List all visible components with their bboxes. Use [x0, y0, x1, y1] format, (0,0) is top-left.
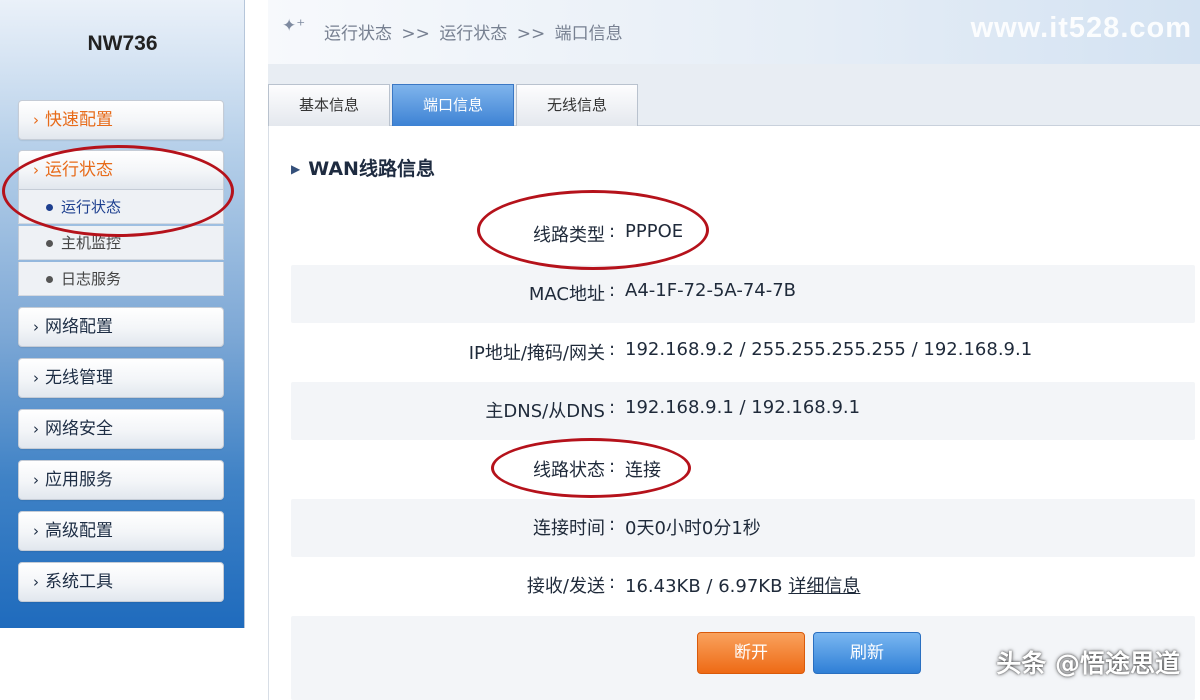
- chevron-right-icon: ›: [33, 318, 39, 336]
- chevron-right-icon: ›: [33, 522, 39, 540]
- field-colon: :: [609, 514, 616, 535]
- tab-bar: 基本信息 端口信息 无线信息: [268, 64, 1200, 126]
- tab-port-info[interactable]: 端口信息: [392, 84, 514, 126]
- field-row-line-status: 线路状态 : 连接: [291, 441, 1195, 499]
- field-label: 连接时间: [533, 518, 605, 539]
- menu-network-config[interactable]: › 网络配置: [18, 307, 224, 347]
- menu-quick-config[interactable]: › 快速配置: [18, 100, 224, 140]
- field-label: 主DNS/从DNS: [485, 401, 605, 422]
- field-colon: :: [609, 397, 616, 418]
- breadcrumb-item[interactable]: 运行状态: [324, 24, 392, 44]
- bullet-icon: [46, 204, 53, 211]
- field-label: IP地址/掩码/网关: [468, 343, 605, 364]
- menu-network-security[interactable]: › 网络安全: [18, 409, 224, 449]
- field-value: 0天0小时0分1秒: [625, 518, 761, 539]
- site-watermark: www.it528.com: [970, 12, 1192, 44]
- disconnect-button[interactable]: 断开: [697, 632, 805, 674]
- menu-advanced-config[interactable]: › 高级配置: [18, 511, 224, 551]
- menu-system-tools[interactable]: › 系统工具: [18, 562, 224, 602]
- header: ✦⁺ 运行状态 >> 运行状态 >> 端口信息 www.it528.com: [268, 0, 1200, 64]
- field-colon: :: [609, 339, 616, 360]
- author-watermark: 头条 @悟途思道: [996, 649, 1180, 678]
- menu-label: 运行状态: [45, 160, 113, 180]
- menu-label: 快速配置: [45, 110, 113, 130]
- field-label: MAC地址: [528, 284, 605, 305]
- submenu-label: 主机监控: [61, 234, 122, 252]
- field-row-mac: MAC地址 : A4-1F-72-5A-74-7B: [291, 265, 1195, 323]
- field-value: A4-1F-72-5A-74-7B: [625, 280, 797, 301]
- chevron-right-icon: ›: [33, 573, 39, 591]
- menu-run-status[interactable]: › 运行状态: [18, 150, 224, 190]
- triangle-right-icon: ▶: [291, 162, 301, 176]
- chevron-right-icon: ›: [33, 420, 39, 438]
- field-value: 192.168.9.1 / 192.168.9.1: [625, 397, 861, 418]
- field-colon: :: [609, 456, 616, 477]
- details-link[interactable]: 详细信息: [788, 576, 860, 597]
- menu-label: 网络安全: [45, 419, 113, 439]
- bullet-icon: [46, 240, 53, 247]
- tab-basic-info[interactable]: 基本信息: [268, 84, 390, 126]
- field-row-traffic: 接收/发送 : 16.43KB / 6.97KB 详细信息: [291, 557, 1195, 615]
- submenu-label: 运行状态: [61, 198, 122, 216]
- field-label: 接收/发送: [526, 576, 605, 597]
- field-colon: :: [609, 280, 616, 301]
- menu-label: 应用服务: [45, 470, 113, 490]
- menu-label: 无线管理: [45, 368, 113, 388]
- breadcrumb: 运行状态 >> 运行状态 >> 端口信息: [324, 19, 627, 44]
- menu-wireless-manage[interactable]: › 无线管理: [18, 358, 224, 398]
- field-row-connect-time: 连接时间 : 0天0小时0分1秒: [291, 499, 1195, 557]
- tab-wireless-info[interactable]: 无线信息: [516, 84, 638, 126]
- chevron-right-icon: ›: [33, 111, 39, 129]
- submenu-label: 日志服务: [61, 270, 122, 288]
- device-model: NW736: [87, 32, 158, 55]
- menu-app-service[interactable]: › 应用服务: [18, 460, 224, 500]
- field-row-dns: 主DNS/从DNS : 192.168.9.1 / 192.168.9.1: [291, 382, 1195, 440]
- field-value: 192.168.9.2 / 255.255.255.255 / 192.168.…: [625, 339, 1033, 360]
- field-label: 线路状态: [533, 460, 605, 481]
- traffic-value: 16.43KB / 6.97KB: [625, 576, 783, 597]
- main-content: ▶ WAN线路信息 线路类型 : PPPOE MAC地址 : A4-1F-72-5…: [268, 126, 1200, 700]
- field-row-line-type: 线路类型 : PPPOE: [291, 206, 1195, 264]
- breadcrumb-current: 端口信息: [554, 24, 623, 44]
- field-row-ip: IP地址/掩码/网关 : 192.168.9.2 / 255.255.255.2…: [291, 324, 1195, 382]
- sidebar: NW736 › 快速配置 › 运行状态 运行状态 主机监控 日志服务 › 网络配…: [0, 0, 245, 628]
- submenu-run-status[interactable]: 运行状态: [18, 190, 224, 224]
- submenu-log-service[interactable]: 日志服务: [18, 262, 224, 296]
- menu-label: 系统工具: [45, 572, 113, 592]
- chevron-right-icon: ›: [33, 161, 39, 179]
- section-title-text: WAN线路信息: [308, 158, 435, 180]
- breadcrumb-separator: >>: [401, 24, 430, 44]
- chevron-right-icon: ›: [33, 369, 39, 387]
- breadcrumb-separator: >>: [516, 24, 546, 44]
- menu-label: 高级配置: [45, 521, 113, 541]
- menu-label: 网络配置: [45, 317, 113, 337]
- field-label: 线路类型: [533, 225, 605, 246]
- chevron-right-icon: ›: [33, 471, 39, 489]
- refresh-button[interactable]: 刷新: [813, 632, 921, 674]
- breadcrumb-item[interactable]: 运行状态: [439, 24, 507, 44]
- field-value: PPPOE: [625, 221, 684, 242]
- field-colon: :: [609, 221, 616, 242]
- sparkle-icon: ✦⁺: [282, 16, 306, 36]
- submenu-host-monitor[interactable]: 主机监控: [18, 226, 224, 260]
- bullet-icon: [46, 276, 53, 283]
- field-value: 连接: [625, 460, 661, 481]
- field-value: 16.43KB / 6.97KB 详细信息: [625, 572, 860, 598]
- field-colon: :: [609, 572, 616, 593]
- section-title: ▶ WAN线路信息: [291, 154, 435, 181]
